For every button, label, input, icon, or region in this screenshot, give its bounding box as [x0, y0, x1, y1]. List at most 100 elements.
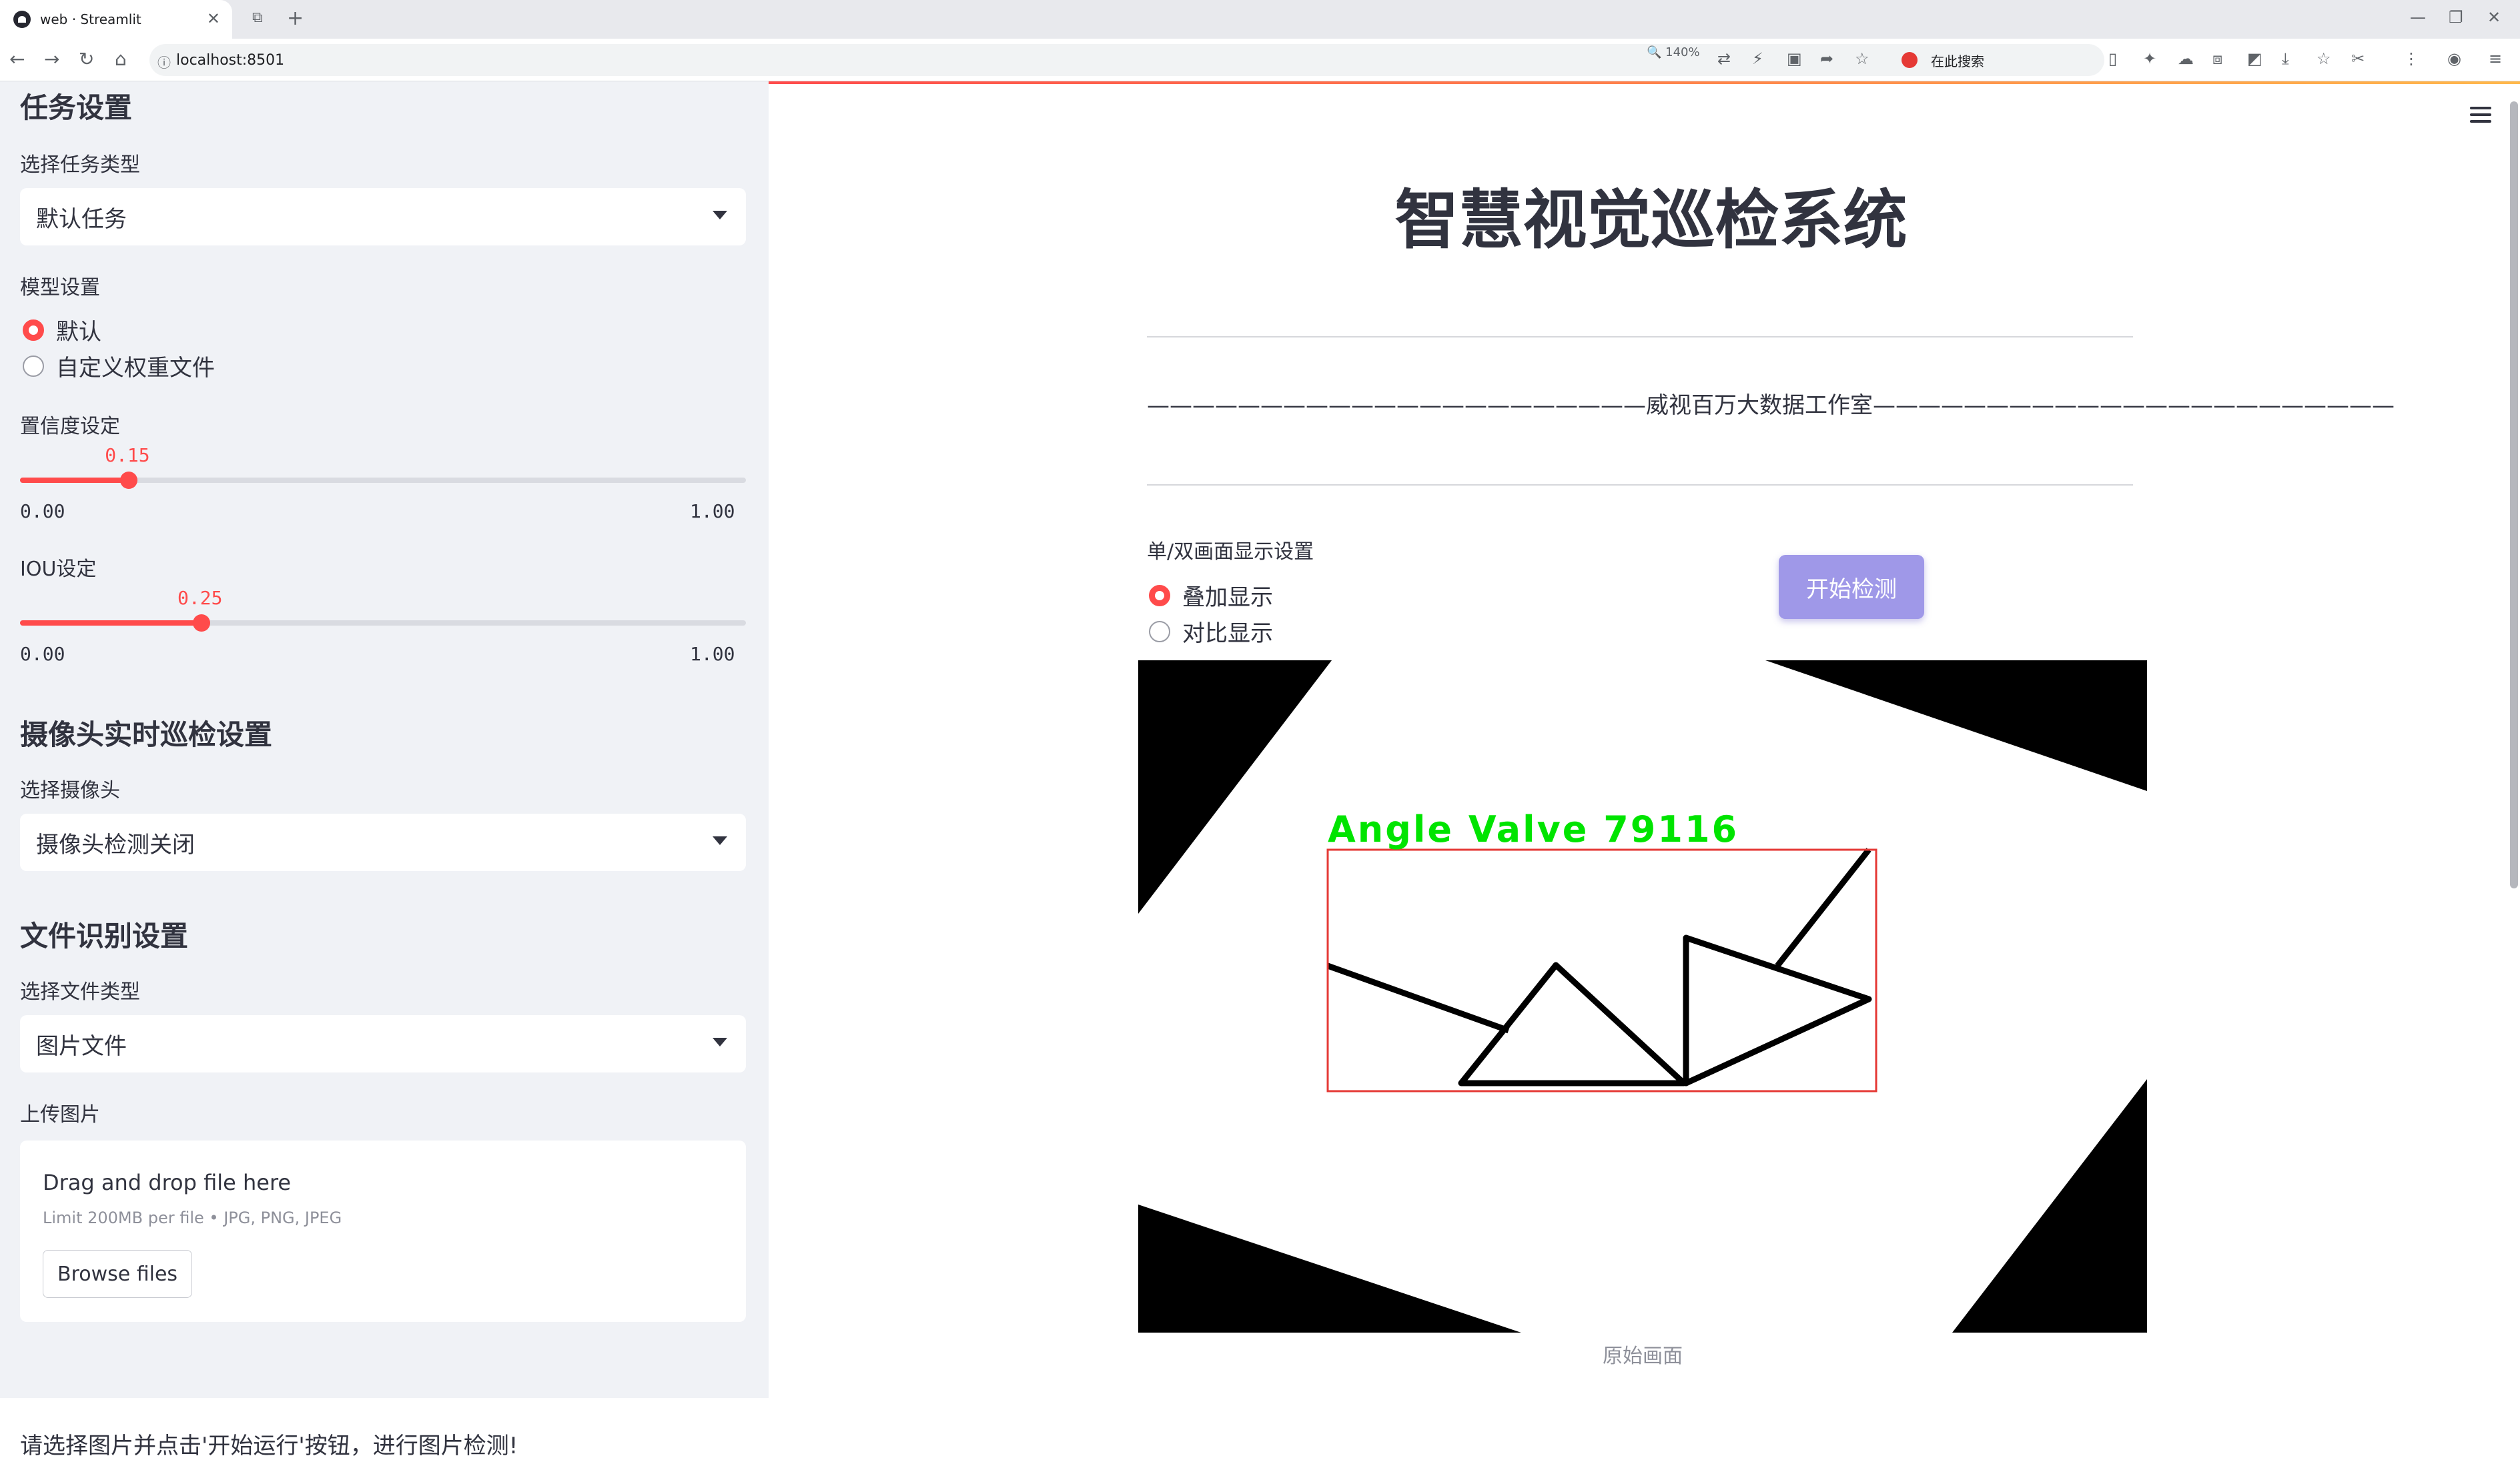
display-option-label: 叠加显示	[1182, 584, 1273, 611]
page-title: 智慧视觉巡检系统	[1394, 183, 1908, 257]
home-icon[interactable]: ⌂	[115, 48, 127, 70]
browser-search-input[interactable]: 在此搜索	[1891, 44, 2091, 76]
phone-icon[interactable]: ▯	[2108, 49, 2117, 68]
file-settings-header: 文件识别设置	[20, 920, 189, 952]
iou-slider-thumb[interactable]	[193, 614, 210, 632]
file-uploader-dropzone[interactable]: Drag and drop file here Limit 200MB per …	[20, 1141, 746, 1322]
search-engine-icon	[1902, 52, 1918, 68]
close-tab-icon[interactable]: ✕	[207, 9, 220, 28]
site-info-icon[interactable]: ⓘ	[157, 52, 171, 71]
favorites-icon[interactable]: ☆	[2317, 49, 2331, 68]
minimize-icon[interactable]: —	[2410, 8, 2426, 27]
radio-selected-icon	[23, 319, 44, 341]
more-menu-icon[interactable]: ⋮	[2403, 49, 2419, 68]
main-content: 智慧视觉巡检系统 ——————————————————————威视百万大数据工作…	[769, 81, 2520, 1398]
radio-unselected-icon	[1149, 620, 1170, 642]
screenshot-icon[interactable]: ▣	[1787, 49, 1802, 68]
browser-tab-bar: web · Streamlit ✕ ⧉ + — ❐ ✕	[0, 0, 2520, 39]
studio-banner: ——————————————————————威视百万大数据工作室————————…	[1147, 392, 2395, 419]
tab-group-icon[interactable]: ⧉	[252, 9, 263, 26]
file-type-label: 选择文件类型	[20, 980, 140, 1004]
translate-icon[interactable]: ⇄	[1717, 49, 1731, 68]
file-type-select[interactable]: 图片文件	[20, 1015, 746, 1072]
detection-image: Angle Valve 79116	[1138, 660, 2147, 1333]
model-option-label: 默认	[56, 319, 101, 345]
detection-image-svg: Angle Valve 79116	[1138, 660, 2147, 1333]
lightning-icon[interactable]: ⚡	[1752, 49, 1763, 68]
search-placeholder: 在此搜索	[1931, 53, 1984, 69]
bookmark-star-icon[interactable]: ☆	[1855, 49, 1869, 68]
file-type-value: 图片文件	[36, 1032, 127, 1060]
camera-select[interactable]: 摄像头检测关闭	[20, 814, 746, 871]
share-icon[interactable]: ➦	[1820, 49, 1833, 68]
camera-select-value: 摄像头检测关闭	[36, 831, 195, 858]
camera-select-label: 选择摄像头	[20, 779, 120, 802]
confidence-label: 置信度设定	[20, 415, 120, 438]
extension-translate-icon[interactable]: ⧈	[2212, 49, 2222, 68]
camera-settings-header: 摄像头实时巡检设置	[20, 718, 273, 751]
profile-avatar-icon[interactable]: ◉	[2447, 49, 2461, 68]
url-text: localhost:8501	[176, 51, 285, 69]
upload-limit: Limit 200MB per file • JPG, PNG, JPEG	[43, 1209, 342, 1227]
sidebar: 任务设置 选择任务类型 默认任务 模型设置 默认 自定义权重文件 置信度设定 0…	[0, 81, 769, 1459]
task-type-value: 默认任务	[36, 205, 127, 233]
task-settings-header: 任务设置	[20, 91, 133, 124]
model-settings-label: 模型设置	[20, 276, 100, 299]
restore-icon[interactable]: ❐	[2449, 8, 2463, 27]
forward-icon[interactable]: →	[44, 48, 59, 70]
streamlit-favicon-icon	[13, 11, 31, 28]
display-radio-overlay[interactable]: 叠加显示	[1149, 579, 1273, 612]
confidence-slider-fill	[20, 478, 129, 483]
header-decoration	[769, 81, 2520, 84]
zoom-level: 140%	[1665, 45, 1700, 59]
radio-unselected-icon	[23, 355, 44, 377]
display-mode-label: 单/双画面显示设置	[1147, 540, 1314, 564]
display-radio-compare[interactable]: 对比显示	[1149, 615, 1273, 648]
app-menu-icon[interactable]	[2470, 107, 2491, 127]
chevron-down-icon	[713, 836, 727, 845]
iou-slider-fill	[20, 620, 201, 626]
tab-title: web · Streamlit	[40, 11, 141, 27]
url-input[interactable]: ⓘ localhost:8501	[149, 44, 2104, 76]
confidence-min: 0.00	[20, 500, 65, 522]
extension-cloud-icon[interactable]: ☁	[2178, 49, 2194, 68]
browse-files-button[interactable]: Browse files	[43, 1250, 192, 1298]
instruction-note: 请选择图片并点击'开始运行'按钮，进行图片检测!	[20, 1433, 518, 1459]
iou-slider-track[interactable]	[20, 620, 746, 626]
divider	[1147, 484, 2133, 486]
reload-icon[interactable]: ↻	[79, 48, 94, 70]
browser-tab[interactable]: web · Streamlit ✕	[0, 0, 232, 39]
back-icon[interactable]: ←	[9, 48, 25, 70]
iou-value: 0.25	[177, 587, 223, 609]
iou-min: 0.00	[20, 643, 65, 665]
download-icon[interactable]: ⤓	[2282, 49, 2289, 68]
detection-label: Angle Valve 79116	[1328, 808, 1739, 850]
zoom-indicator[interactable]: 🔍 140%	[1647, 45, 1700, 59]
address-bar: ← → ↻ ⌂ ⓘ localhost:8501 🔍 140% ⇄ ⚡ ▣ ➦ …	[0, 39, 2520, 81]
browser-menu-icon[interactable]: ≡	[2489, 49, 2502, 68]
display-option-label: 对比显示	[1182, 620, 1273, 647]
divider	[1147, 336, 2133, 337]
cut-tool-icon[interactable]: ✂	[2351, 49, 2365, 68]
confidence-value: 0.15	[105, 444, 150, 466]
start-detection-button[interactable]: 开始检测	[1779, 555, 1924, 619]
upload-title: Drag and drop file here	[43, 1170, 292, 1195]
upload-label: 上传图片	[20, 1103, 100, 1127]
new-tab-icon[interactable]: +	[287, 7, 304, 30]
model-radio-custom[interactable]: 自定义权重文件	[23, 349, 215, 382]
model-radio-default[interactable]: 默认	[23, 313, 101, 346]
chevron-down-icon	[713, 1038, 727, 1046]
radio-selected-icon	[1149, 584, 1170, 606]
confidence-slider-thumb[interactable]	[120, 472, 138, 489]
iou-label: IOU设定	[20, 558, 97, 581]
model-option-label: 自定义权重文件	[56, 355, 215, 382]
image-caption: 原始画面	[1603, 1345, 1683, 1368]
extension-chart-icon[interactable]: ◩	[2247, 49, 2262, 68]
task-type-label: 选择任务类型	[20, 153, 140, 177]
close-window-icon[interactable]: ✕	[2487, 8, 2501, 27]
task-type-select[interactable]: 默认任务	[20, 188, 746, 245]
chevron-down-icon	[713, 211, 727, 219]
confidence-max: 1.00	[690, 500, 735, 522]
iou-max: 1.00	[690, 643, 735, 665]
extension-color-icon[interactable]: ✦	[2143, 49, 2156, 68]
